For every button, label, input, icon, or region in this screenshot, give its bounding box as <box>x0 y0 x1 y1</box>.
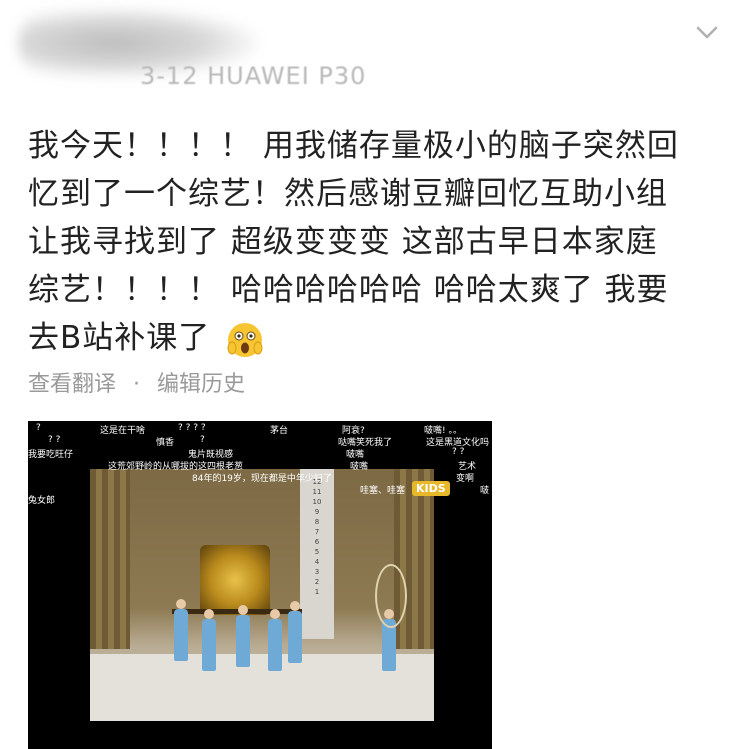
pillar-number: 2 <box>314 578 320 586</box>
video-screenshot[interactable]: 12 11 10 9 8 7 6 5 4 3 2 1 KIDS ? 这是在干啥 … <box>28 421 492 749</box>
pillar-number: 11 <box>312 488 322 496</box>
pillar-number: 3 <box>314 568 320 576</box>
pillar-number: 10 <box>312 498 322 506</box>
pillar-number: 1 <box>314 588 320 596</box>
pillar-number: 9 <box>314 508 320 516</box>
post-body: 我今天！！！！ 用我储存量极小的脑子突然回 忆到了一个综艺！然后感谢豆瓣回忆互助… <box>28 122 728 362</box>
pillar-number: 8 <box>314 518 320 526</box>
performer <box>202 609 216 671</box>
danmaku-comment: ? ? ? ? <box>178 423 206 433</box>
stage-scene: 12 11 10 9 8 7 6 5 4 3 2 1 <box>90 469 434 721</box>
post-line: 综艺！！！！ 哈哈哈哈哈哈 哈哈太爽了 我要 <box>28 272 669 308</box>
danmaku-comment: 慎香 <box>156 438 175 448</box>
pillar-numbers: 12 11 10 9 8 7 6 5 4 3 2 1 <box>310 477 324 597</box>
danmaku-comment: 变啊 <box>456 474 475 484</box>
danmaku-comment: ? <box>36 423 41 433</box>
danmaku-comment: 啵 <box>480 486 490 496</box>
danmaku-comment: 84年的19岁，现在都是中年少妇了 <box>192 474 332 484</box>
scream-emoji-icon <box>227 322 263 357</box>
post-actions: 查看翻译 · 编辑历史 <box>28 366 245 398</box>
post-line-last: 去B站补课了 <box>28 314 728 362</box>
post-line: 让我寻找到了 超级变变变 这部古早日本家庭 <box>28 224 658 260</box>
pillar-number: 6 <box>314 538 320 546</box>
danmaku-comment: 我要吃旺仔 <box>28 450 74 460</box>
danmaku-comment: 哇塞、哇塞 <box>360 486 406 496</box>
danmaku-comment: 啵嘴 <box>350 462 369 472</box>
danmaku-comment: 这是在干啥 <box>100 426 146 436</box>
danmaku-comment: ? ? <box>452 447 465 457</box>
post-meta: 3-12 HUAWEI P30 <box>140 62 367 90</box>
post-line: 去B站补课了 <box>28 320 211 356</box>
performer <box>268 609 282 671</box>
danmaku-comment: 兔女郎 <box>28 496 56 506</box>
pillar-number: 4 <box>314 558 320 566</box>
mikoshi-shrine <box>200 545 270 615</box>
performer <box>288 601 302 663</box>
separator-dot: · <box>133 372 141 397</box>
danmaku-comment: ? <box>200 435 205 445</box>
danmaku-comment: 茅台 <box>270 426 289 436</box>
danmaku-comment: ? ? <box>48 435 61 445</box>
edit-history-link[interactable]: 编辑历史 <box>157 366 245 398</box>
chevron-down-icon[interactable] <box>694 20 720 46</box>
performer <box>236 605 250 667</box>
hoop-prop <box>375 564 407 628</box>
carry-pole <box>172 609 302 614</box>
performer <box>174 599 188 661</box>
kids-badge: KIDS <box>412 481 450 496</box>
pillar-number: 7 <box>314 528 320 536</box>
curtain-left <box>90 469 130 649</box>
post-line: 我今天！！！！ 用我储存量极小的脑子突然回 <box>28 128 679 164</box>
translate-link[interactable]: 查看翻译 <box>28 366 116 398</box>
pillar-number: 5 <box>314 548 320 556</box>
post-line: 忆到了一个综艺！然后感谢豆瓣回忆互助小组 <box>28 176 668 212</box>
post-header: 3-12 HUAWEI P30 <box>0 0 750 100</box>
